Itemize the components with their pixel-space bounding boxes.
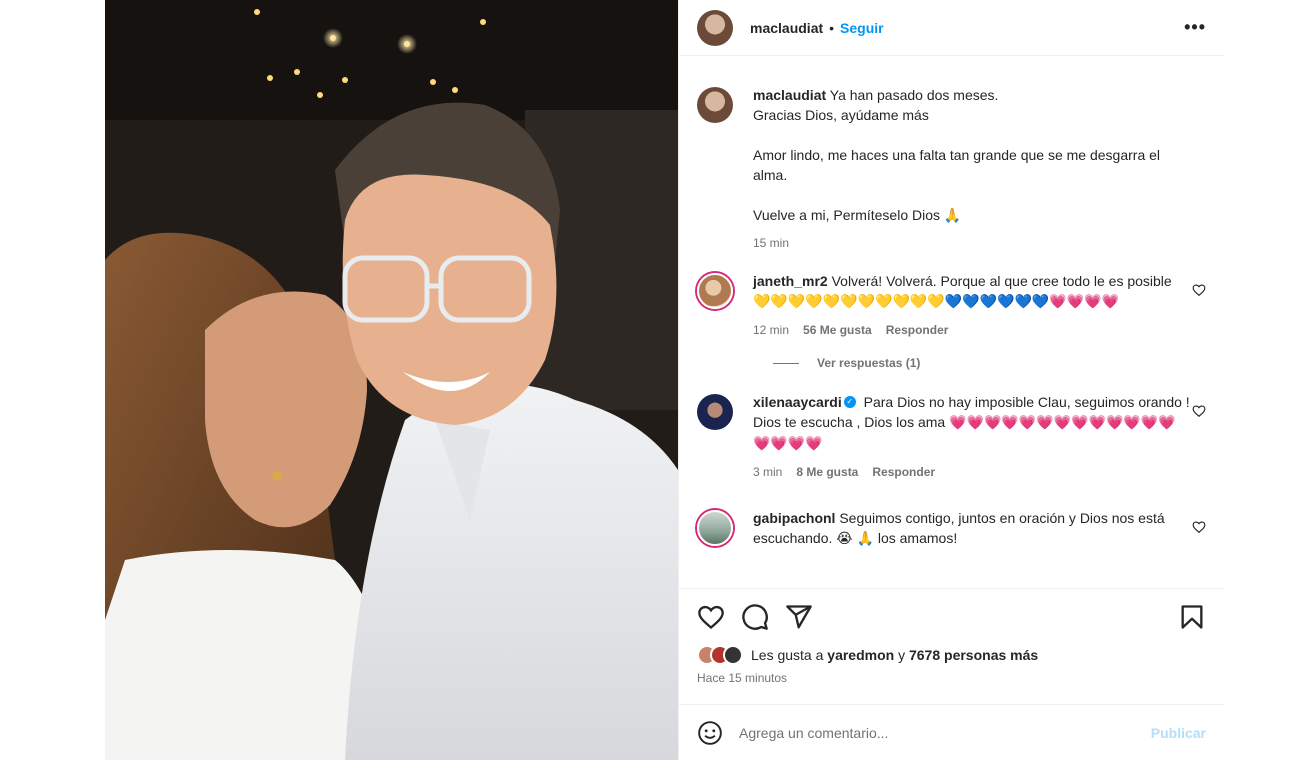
emoji-smile-icon[interactable] — [697, 720, 723, 746]
post-header: maclaudiat • Seguir ••• — [679, 0, 1224, 56]
caption: maclaudiat Ya han pasado dos meses. Grac… — [697, 85, 1206, 253]
likes-middle: y — [898, 647, 906, 663]
view-replies-line — [773, 362, 799, 364]
publish-button[interactable]: Publicar — [1151, 725, 1206, 741]
comment-username[interactable]: janeth_mr2 — [753, 273, 828, 289]
like-heart-icon[interactable] — [697, 603, 725, 631]
caption-text: Ya han pasado dos meses. Gracias Dios, a… — [753, 87, 1161, 223]
author-avatar[interactable] — [697, 9, 733, 46]
comment-bubble-icon[interactable] — [741, 603, 769, 631]
caption-time: 15 min — [753, 236, 790, 250]
like-comment-heart-icon[interactable] — [1192, 283, 1206, 297]
comment-body: janeth_mr2 Volverá! Volverá. Porque al q… — [753, 271, 1193, 340]
comment-likes[interactable]: 56 Me gusta — [803, 320, 872, 340]
like-comment-heart-icon[interactable] — [1192, 520, 1206, 534]
comment-time: 12 min — [753, 323, 790, 337]
post-sidebar: maclaudiat • Seguir ••• maclaudiat Ya ha… — [678, 0, 1224, 760]
author-username[interactable]: maclaudiat — [750, 20, 823, 36]
comment-body: gabipachonl Seguimos contigo, juntos en … — [753, 508, 1193, 548]
caption-avatar[interactable] — [697, 87, 733, 123]
post-time-ago[interactable]: Hace 15 minutos — [697, 671, 1206, 685]
comment-item: janeth_mr2 Volverá! Volverá. Porque al q… — [697, 271, 1206, 340]
likes-count[interactable]: 7678 personas más — [909, 647, 1038, 663]
follow-button[interactable]: Seguir — [840, 20, 884, 36]
save-bookmark-icon[interactable] — [1178, 603, 1206, 631]
comment-avatar[interactable] — [697, 394, 733, 430]
reply-button[interactable]: Responder — [872, 462, 935, 482]
comment-time: 3 min — [753, 465, 783, 479]
more-options-icon[interactable]: ••• — [1184, 17, 1206, 38]
likes-prefix: Les gusta a — [751, 647, 824, 663]
verified-badge-icon: ✓ — [843, 396, 856, 409]
comment-item: gabipachonl Seguimos contigo, juntos en … — [697, 508, 1206, 548]
comments-list[interactable]: maclaudiat Ya han pasado dos meses. Grac… — [679, 57, 1224, 587]
comment-body: xilenaaycardi ✓ Para Dios no hay imposibl… — [753, 392, 1193, 482]
comment-item: xilenaaycardi ✓ Para Dios no hay imposibl… — [697, 392, 1206, 482]
comment-emojis: 💛💛💛💛💛💛💛💛💛💛💛💙💙💙💙💙💙💗💗💗💗 — [753, 294, 1120, 310]
view-replies-label: Ver respuestas (1) — [817, 356, 921, 370]
liker-username[interactable]: yaredmon — [827, 647, 894, 663]
comment-meta: 12 min 56 Me gusta Responder — [753, 320, 1193, 340]
reply-button[interactable]: Responder — [886, 320, 949, 340]
caption-meta: 15 min — [753, 233, 1193, 253]
comment-meta: 3 min 8 Me gusta Responder — [753, 462, 1193, 482]
comment-avatar[interactable] — [697, 510, 733, 546]
comment-input[interactable] — [739, 724, 1151, 741]
likers-avatars[interactable] — [697, 645, 743, 665]
comment-likes[interactable]: 8 Me gusta — [796, 462, 858, 482]
comment-username[interactable]: gabipachonl — [753, 510, 835, 526]
comment-text: Volverá! Volverá. Porque al que cree tod… — [831, 273, 1172, 289]
action-icons — [697, 603, 1206, 631]
post-photo[interactable] — [105, 0, 678, 760]
comment-avatar[interactable] — [697, 273, 733, 309]
likes-summary: Les gusta a yaredmon y 7678 personas más — [697, 645, 1206, 665]
caption-username[interactable]: maclaudiat — [753, 87, 826, 103]
view-replies-button[interactable]: Ver respuestas (1) — [773, 356, 1206, 370]
post-actions: Les gusta a yaredmon y 7678 personas más… — [679, 588, 1224, 704]
separator-dot: • — [829, 19, 835, 36]
like-comment-heart-icon[interactable] — [1192, 404, 1206, 418]
comment-username[interactable]: xilenaaycardi — [753, 394, 842, 410]
share-paper-plane-icon[interactable] — [785, 603, 813, 631]
comment-composer: Publicar — [679, 704, 1224, 760]
post-photo-illustration — [105, 0, 678, 760]
caption-body: maclaudiat Ya han pasado dos meses. Grac… — [753, 85, 1193, 253]
